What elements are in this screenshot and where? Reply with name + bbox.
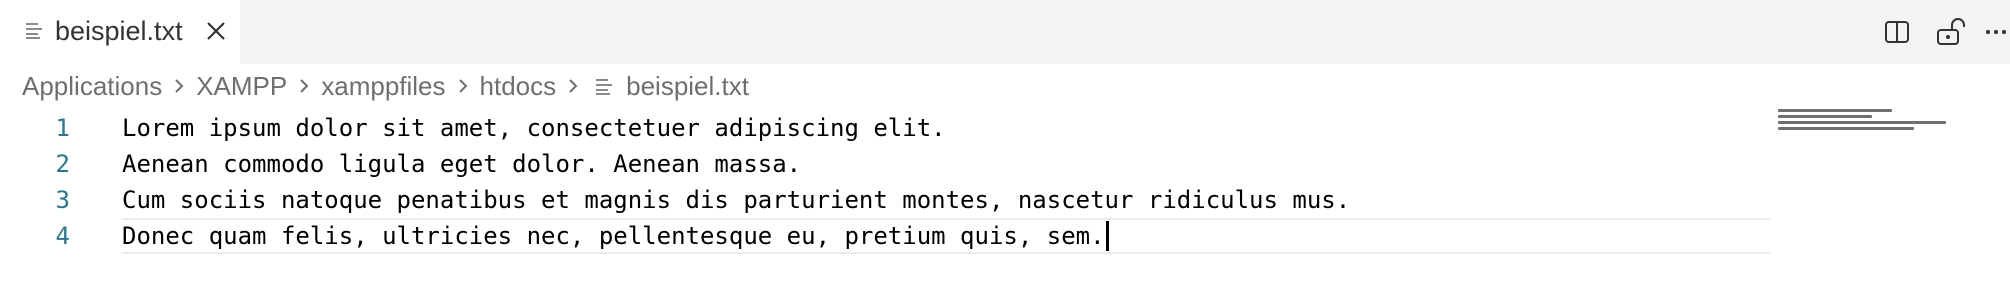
- text-file-icon: [26, 23, 42, 39]
- chevron-right-icon: [569, 79, 578, 93]
- tab-beispiel-txt[interactable]: beispiel.txt: [0, 0, 240, 64]
- chevron-right-icon: [458, 79, 467, 93]
- editor-line[interactable]: 2 Aenean commodo ligula eget dolor. Aene…: [0, 146, 1770, 182]
- editor-line[interactable]: 1 Lorem ipsum dolor sit amet, consectetu…: [0, 110, 1770, 146]
- minimap-line: [1778, 115, 1872, 118]
- line-text[interactable]: Donec quam felis, ultricies nec, pellent…: [122, 218, 1105, 254]
- tab-label: beispiel.txt: [55, 16, 183, 46]
- line-text[interactable]: Lorem ipsum dolor sit amet, consectetuer…: [122, 110, 946, 146]
- chevron-right-icon: [175, 79, 184, 93]
- line-text[interactable]: Cum sociis natoque penatibus et magnis d…: [122, 182, 1350, 218]
- text-editor[interactable]: 1 Lorem ipsum dolor sit amet, consectetu…: [0, 108, 2010, 284]
- line-number: 3: [55, 186, 70, 214]
- breadcrumb-item-applications[interactable]: Applications: [22, 71, 162, 102]
- minimap[interactable]: [1778, 108, 1948, 136]
- line-number: 1: [55, 114, 70, 142]
- minimap-line: [1778, 127, 1914, 130]
- ellipsis-icon[interactable]: [1977, 12, 2010, 52]
- breadcrumb-item-xamppfiles[interactable]: xamppfiles: [321, 71, 445, 102]
- editor-line[interactable]: 4 Donec quam felis, ultricies nec, pelle…: [0, 218, 1770, 254]
- minimap-line: [1778, 109, 1892, 112]
- line-number: 2: [55, 150, 70, 178]
- editor-line[interactable]: 3 Cum sociis natoque penatibus et magnis…: [0, 182, 1770, 218]
- text-file-icon: [596, 79, 613, 95]
- breadcrumb: Applications XAMPP xamppfiles htdocs bei…: [22, 66, 749, 106]
- line-number: 4: [55, 222, 70, 250]
- chevron-right-icon: [300, 79, 309, 93]
- breadcrumb-item-xampp[interactable]: XAMPP: [196, 71, 287, 102]
- tab-bar: beispiel.txt: [0, 0, 2010, 64]
- line-text[interactable]: Aenean commodo ligula eget dolor. Aenean…: [122, 146, 801, 182]
- split-editor-icon[interactable]: [1877, 12, 1917, 52]
- minimap-line: [1778, 121, 1946, 124]
- close-icon[interactable]: [203, 18, 229, 44]
- text-cursor: [1106, 221, 1109, 251]
- breadcrumb-item-file[interactable]: beispiel.txt: [626, 71, 749, 102]
- unlock-icon[interactable]: [1930, 12, 1970, 52]
- breadcrumb-item-htdocs[interactable]: htdocs: [480, 71, 557, 102]
